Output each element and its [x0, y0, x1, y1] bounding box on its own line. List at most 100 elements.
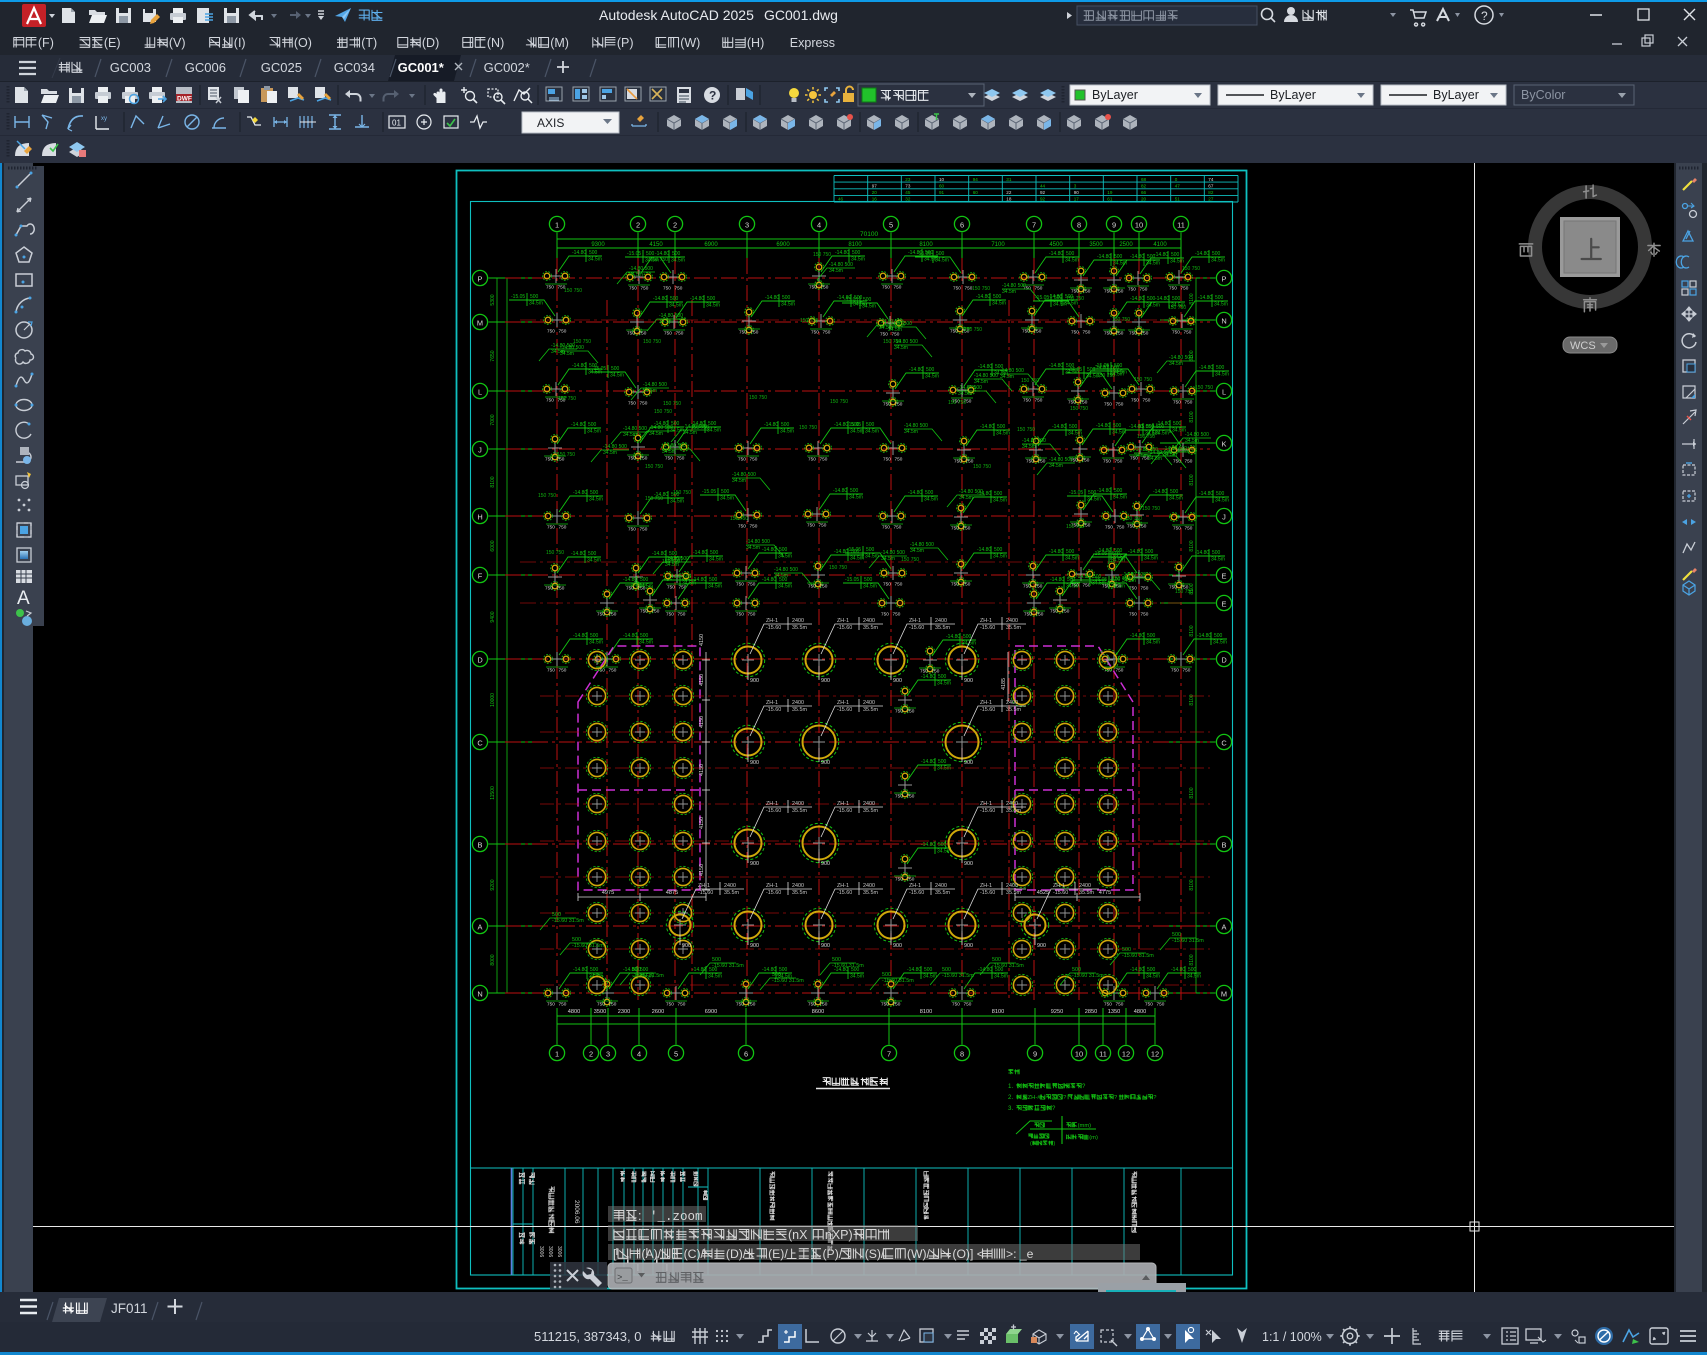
svg-text:34.5m: 34.5m	[665, 562, 679, 568]
svg-text:150 750: 150 750	[663, 401, 681, 407]
svg-text:E: E	[1222, 572, 1227, 581]
svg-text:150 750: 150 750	[1021, 378, 1039, 384]
svg-text:4775: 4775	[1099, 890, 1111, 896]
svg-text:(H): (H)	[747, 36, 764, 50]
svg-text:4975: 4975	[602, 890, 614, 896]
svg-text:4100: 4100	[1153, 242, 1167, 248]
svg-text:4875: 4875	[666, 890, 678, 896]
svg-text:xy: xy	[101, 116, 107, 122]
svg-text:L: L	[478, 388, 482, 397]
svg-text:9250: 9250	[1051, 1009, 1063, 1015]
svg-text:9: 9	[1033, 1050, 1037, 1059]
svg-text:(T): (T)	[361, 36, 377, 50]
svg-text:3006: 3006	[556, 1246, 562, 1257]
svg-text:6000: 6000	[490, 540, 496, 551]
svg-text:150 750: 150 750	[948, 400, 966, 406]
svg-text:34.5m: 34.5m	[879, 325, 893, 331]
svg-text:4150: 4150	[699, 716, 705, 728]
svg-text:C: C	[1221, 739, 1227, 748]
svg-text:nXP): nXP)	[825, 1228, 853, 1242]
svg-text:?: ?	[709, 89, 716, 103]
svg-text:150 750: 150 750	[1168, 305, 1186, 311]
svg-text:M: M	[477, 319, 483, 328]
svg-text:ByColor: ByColor	[1521, 88, 1565, 102]
svg-text:150 750: 150 750	[1112, 317, 1130, 323]
svg-text:1350: 1350	[1108, 1009, 1120, 1015]
svg-text:2: 2	[589, 1050, 593, 1059]
svg-text:10: 10	[1075, 1050, 1083, 1059]
svg-text:150 750: 150 750	[1182, 266, 1200, 272]
svg-text:92: 92	[1040, 190, 1046, 195]
svg-text:34.5m: 34.5m	[732, 478, 746, 484]
svg-text:7: 7	[887, 1050, 891, 1059]
svg-text:61: 61	[1107, 197, 1113, 202]
svg-text:90: 90	[1074, 190, 1080, 195]
svg-text:150 750: 150 750	[650, 257, 668, 263]
svg-text:D: D	[1221, 656, 1226, 665]
svg-text:): )	[1053, 1141, 1055, 1147]
svg-text:31: 31	[1006, 177, 1012, 182]
svg-text:34.5m: 34.5m	[1134, 453, 1148, 459]
svg-text:44: 44	[1040, 184, 1046, 189]
svg-text:GC002*: GC002*	[484, 60, 530, 75]
svg-text:(O)] <: (O)] <	[952, 1247, 984, 1261]
svg-text:AXIS: AXIS	[537, 116, 564, 130]
svg-text:150 750: 150 750	[546, 550, 564, 556]
svg-text:150 750: 150 750	[964, 327, 982, 333]
svg-text:8100: 8100	[490, 476, 496, 487]
svg-text:8: 8	[960, 1050, 964, 1059]
svg-text:(O): (O)	[294, 36, 312, 50]
svg-text:8100: 8100	[992, 1009, 1004, 1015]
svg-text:150 750: 150 750	[673, 490, 691, 496]
svg-text:2600: 2600	[652, 1009, 664, 1015]
svg-text:(V): (V)	[169, 36, 186, 50]
svg-text:74: 74	[1208, 177, 1214, 182]
svg-text:22: 22	[1006, 190, 1012, 195]
svg-text:34.5m: 34.5m	[623, 432, 637, 438]
svg-text:150 750: 150 750	[1195, 385, 1213, 391]
svg-text:8100: 8100	[1189, 474, 1195, 485]
svg-text:-15.60 31.5m: -15.60 31.5m	[1172, 938, 1204, 944]
svg-text:150 750: 150 750	[1066, 296, 1084, 302]
svg-text:5300: 5300	[490, 294, 496, 305]
svg-text:7100: 7100	[991, 242, 1005, 248]
svg-text:7000: 7000	[490, 414, 496, 425]
svg-text:16: 16	[872, 197, 878, 202]
svg-text:9400: 9400	[490, 611, 496, 622]
svg-text:ZH-#: ZH-#	[1028, 1095, 1042, 1101]
svg-text:34.5m: 34.5m	[603, 450, 617, 456]
svg-text:8100: 8100	[920, 1009, 932, 1015]
svg-text:12: 12	[1151, 1050, 1159, 1059]
svg-text:150 750: 150 750	[901, 557, 919, 563]
svg-text:E: E	[1222, 600, 1227, 609]
svg-text:32: 32	[905, 197, 911, 202]
svg-text:GC003: GC003	[110, 60, 151, 75]
svg-text:(W)/: (W)/	[907, 1247, 931, 1261]
svg-text:8600: 8600	[812, 1009, 824, 1015]
svg-text:3.: 3.	[1008, 1105, 1013, 1112]
svg-text:?: ?	[1481, 9, 1488, 23]
svg-text:2: 2	[636, 221, 640, 230]
svg-text:97: 97	[872, 184, 878, 189]
svg-text:4800: 4800	[1134, 1009, 1146, 1015]
svg-text:4800: 4800	[568, 1009, 580, 1015]
svg-text:N: N	[1221, 317, 1226, 326]
svg-text:(mm): (mm)	[1078, 1123, 1092, 1129]
svg-text:67: 67	[1208, 184, 1214, 189]
svg-text:150 750: 150 750	[1175, 589, 1193, 595]
svg-text:GC006: GC006	[185, 60, 226, 75]
svg-text:Express: Express	[790, 36, 835, 50]
svg-text:47: 47	[1175, 184, 1181, 189]
svg-text:3: 3	[1074, 184, 1077, 189]
svg-text:(nX: (nX	[788, 1228, 808, 1242]
svg-text:J: J	[1222, 513, 1226, 522]
svg-text:34.5m: 34.5m	[774, 573, 788, 579]
svg-text:2500: 2500	[1119, 242, 1133, 248]
svg-text:34.5m: 34.5m	[959, 495, 973, 501]
svg-text:4525: 4525	[1037, 890, 1049, 896]
svg-text:150 750: 150 750	[1137, 434, 1155, 440]
svg-text:(M): (M)	[550, 36, 569, 50]
svg-text:3: 3	[745, 221, 749, 230]
svg-text:-15.60 31.5m: -15.60 31.5m	[1122, 953, 1154, 959]
svg-text:GC001.dwg: GC001.dwg	[764, 7, 838, 23]
